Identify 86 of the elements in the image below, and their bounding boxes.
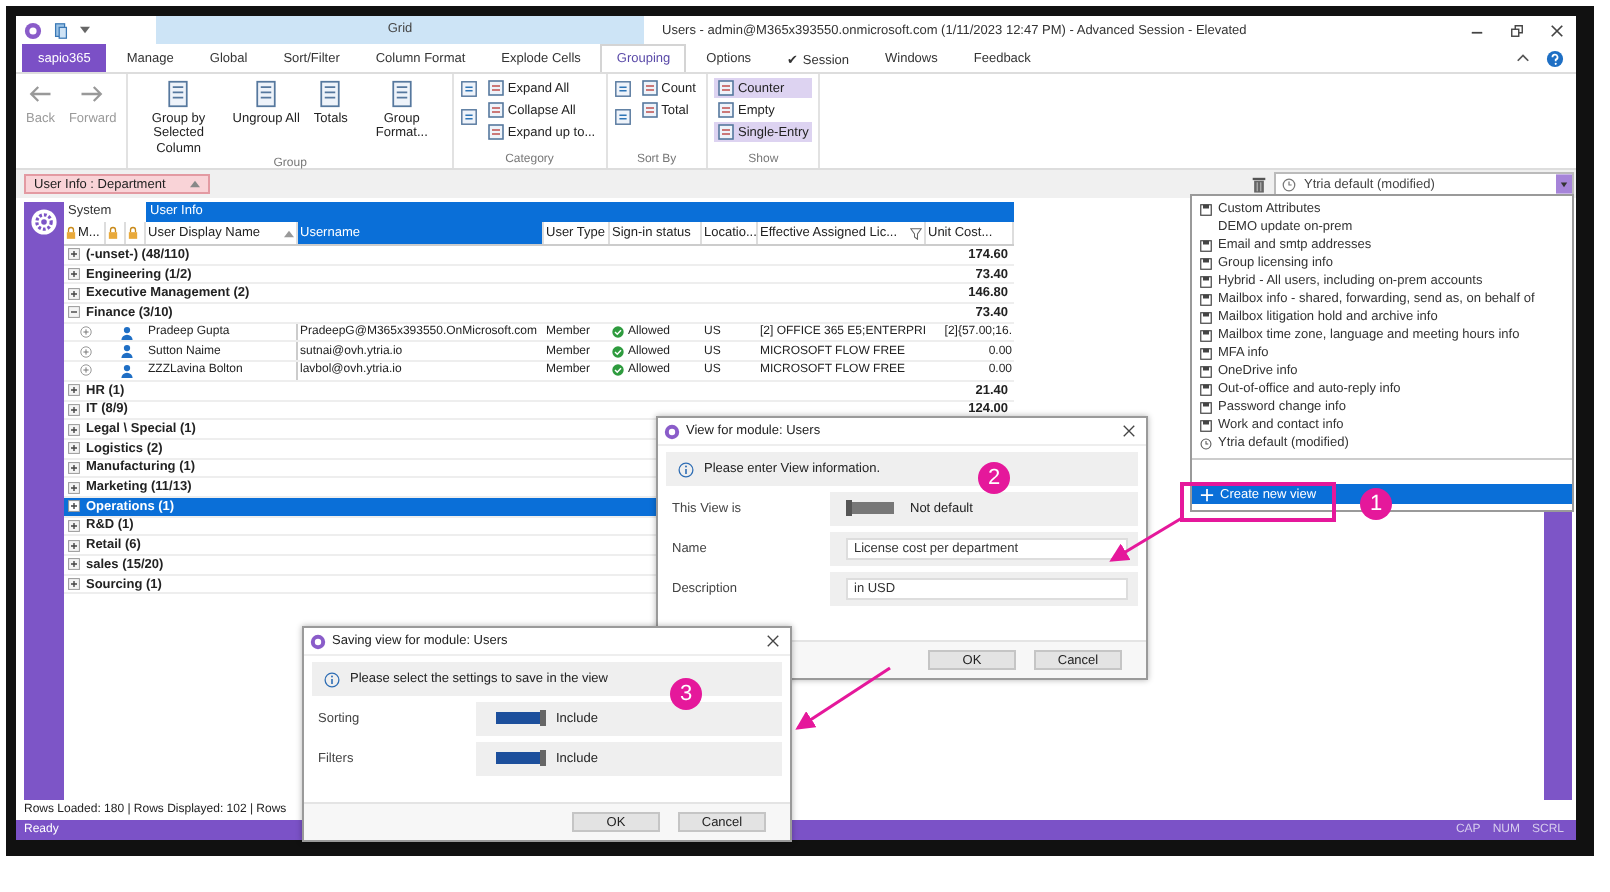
lock-icon: [108, 226, 118, 240]
expand-icon[interactable]: [68, 578, 80, 591]
list-icon: [487, 102, 504, 118]
expand-icon[interactable]: [68, 287, 80, 300]
arrow-left-icon: [26, 80, 55, 108]
caret-down-icon[interactable]: [80, 26, 90, 34]
clock-icon: [1200, 437, 1212, 449]
restore-icon[interactable]: [1510, 23, 1524, 37]
expand-icon[interactable]: [68, 461, 80, 474]
user-icon: [119, 325, 133, 340]
circle-plus-icon[interactable]: [79, 345, 91, 358]
pointer-arrow: [1109, 516, 1183, 562]
list-icon: [641, 102, 658, 118]
save-icon: [1200, 419, 1212, 431]
list-icon: [316, 80, 345, 108]
save-icon: [1200, 365, 1212, 377]
expand-icon[interactable]: [68, 384, 80, 397]
save-icon: [1200, 383, 1212, 395]
save-icon: [1200, 347, 1212, 359]
expand-icon[interactable]: [68, 539, 80, 552]
circle-plus-icon[interactable]: [79, 326, 91, 339]
expand-icon[interactable]: [68, 268, 80, 281]
app-logo-icon: [664, 423, 680, 439]
save-icon: [1200, 275, 1212, 287]
app-logo-icon: [310, 633, 326, 649]
collapse-ribbon-icon[interactable]: [1516, 51, 1530, 65]
toggle-switch[interactable]: [496, 752, 540, 764]
expand-icon[interactable]: [68, 423, 80, 436]
arrow-right-icon: [78, 80, 107, 108]
user-icon: [119, 344, 133, 359]
save-icon: [1200, 401, 1212, 413]
column-header[interactable]: [106, 222, 126, 244]
list-icon[interactable]: [613, 108, 632, 126]
filter-icon[interactable]: [910, 227, 922, 239]
info-icon: [324, 671, 340, 687]
user-icon: [119, 363, 133, 378]
list-icon: [487, 124, 504, 140]
check-circle-icon: [612, 364, 624, 377]
expand-icon[interactable]: [68, 403, 80, 416]
list-icon: [252, 80, 281, 108]
lock-icon: [66, 226, 76, 240]
toggle-switch[interactable]: [850, 502, 894, 514]
list-icon: [717, 80, 734, 96]
trash-icon[interactable]: [1250, 175, 1268, 193]
list-icon[interactable]: [613, 80, 632, 98]
expand-icon[interactable]: [68, 248, 80, 261]
save-icon: [1200, 257, 1212, 269]
toggle-switch[interactable]: [496, 712, 540, 724]
save-icon: [1200, 329, 1212, 341]
list-icon: [387, 80, 416, 108]
caret-up-icon: [189, 180, 200, 188]
expand-icon[interactable]: [68, 500, 80, 513]
collapse-icon[interactable]: [68, 306, 80, 319]
caret-down-icon: [1556, 172, 1572, 196]
list-icon: [717, 102, 734, 118]
expand-icon[interactable]: [68, 558, 80, 571]
list-icon[interactable]: [459, 80, 478, 98]
list-icon: [487, 80, 504, 96]
info-icon: [678, 461, 694, 477]
column-header[interactable]: [126, 222, 146, 244]
save-icon: [1200, 239, 1212, 251]
document-icon[interactable]: [52, 21, 70, 39]
sort-ascending-icon[interactable]: [284, 229, 294, 237]
save-icon: [1200, 203, 1212, 215]
circle-plus-icon[interactable]: [79, 364, 91, 377]
expand-icon[interactable]: [68, 519, 80, 532]
close-icon[interactable]: [1550, 23, 1564, 37]
expand-icon[interactable]: [68, 442, 80, 455]
save-icon: [1200, 293, 1212, 305]
help-icon[interactable]: [1546, 49, 1564, 67]
save-icon: [1200, 311, 1212, 323]
lock-icon: [128, 226, 138, 240]
check-circle-icon: [612, 345, 624, 358]
close-icon[interactable]: [1122, 424, 1136, 438]
gear-icon[interactable]: [30, 208, 58, 236]
clock-icon: [1282, 177, 1296, 191]
list-icon: [641, 80, 658, 96]
expand-icon[interactable]: [68, 481, 80, 494]
list-icon: [164, 80, 193, 108]
list-icon[interactable]: [459, 108, 478, 126]
check-circle-icon: [612, 326, 624, 339]
list-icon: [717, 124, 734, 140]
pointer-arrow: [795, 666, 891, 730]
app-logo-icon[interactable]: [24, 21, 42, 39]
plus-icon: [1200, 487, 1214, 501]
close-icon[interactable]: [766, 634, 780, 648]
